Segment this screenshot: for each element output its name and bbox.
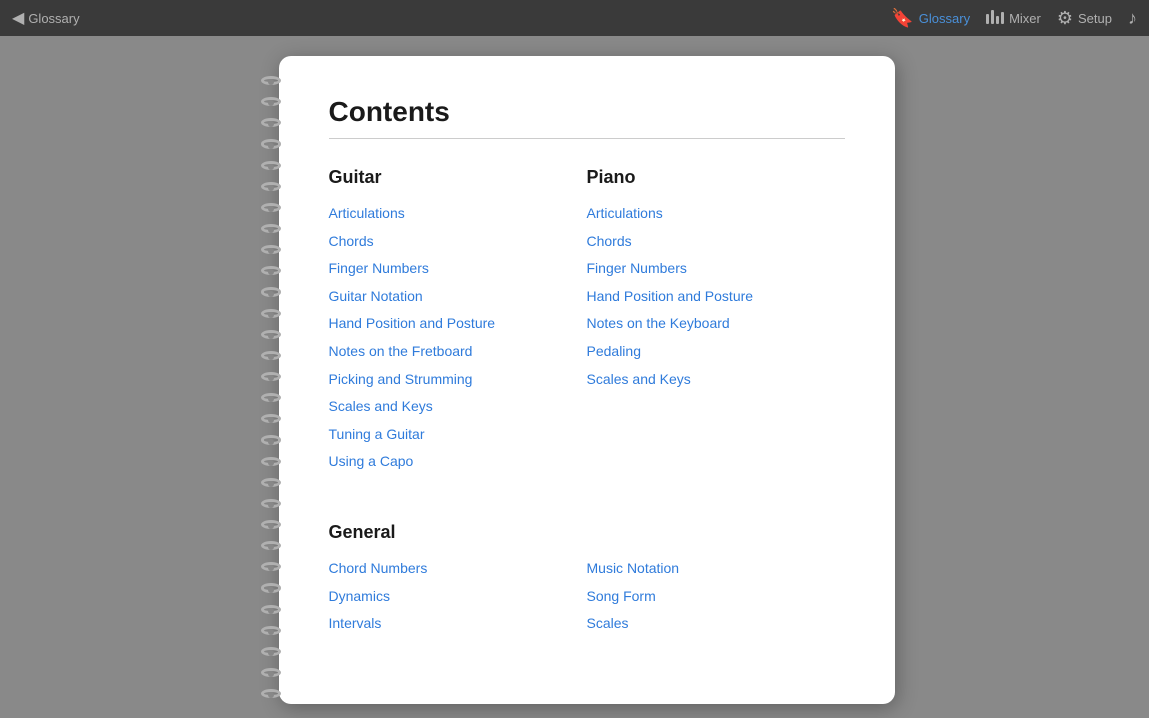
general-links-col2: Music Notation Song Form Scales	[587, 559, 825, 634]
piano-heading: Piano	[587, 167, 825, 188]
link-piano-scales-keys[interactable]: Scales and Keys	[587, 370, 825, 390]
notebook-page: Contents Guitar Articulations Chords Fin…	[279, 56, 895, 704]
general-col1: Chord Numbers Dynamics Intervals	[329, 559, 587, 664]
topbar: ◀ Glossary 🔖 Glossary Mixer ⚙ Setup	[0, 0, 1149, 36]
spiral-ring	[261, 372, 281, 381]
nav-glossary-label: Glossary	[919, 11, 970, 26]
spiral-ring	[261, 414, 281, 423]
spiral-ring	[261, 97, 281, 106]
page-title: Contents	[329, 96, 845, 128]
link-guitar-articulations[interactable]: Articulations	[329, 204, 567, 224]
link-intervals[interactable]: Intervals	[329, 614, 567, 634]
link-guitar-capo[interactable]: Using a Capo	[329, 452, 567, 472]
link-guitar-notation[interactable]: Guitar Notation	[329, 287, 567, 307]
guitar-heading: Guitar	[329, 167, 567, 188]
link-guitar-hand-position[interactable]: Hand Position and Posture	[329, 314, 567, 334]
music-note-icon: ♪	[1128, 8, 1137, 29]
link-guitar-tuning[interactable]: Tuning a Guitar	[329, 425, 567, 445]
topbar-right: 🔖 Glossary Mixer ⚙ Setup ♪	[891, 0, 1137, 36]
link-piano-notes-keyboard[interactable]: Notes on the Keyboard	[587, 314, 825, 334]
link-guitar-scales-keys[interactable]: Scales and Keys	[329, 397, 567, 417]
general-heading: General	[329, 522, 845, 543]
spiral-ring	[261, 562, 281, 571]
link-music-notation[interactable]: Music Notation	[587, 559, 825, 579]
spiral-ring	[261, 478, 281, 487]
general-grid: Chord Numbers Dynamics Intervals Music N…	[329, 559, 845, 664]
back-label: Glossary	[28, 11, 79, 26]
gear-icon: ⚙	[1057, 8, 1073, 29]
spiral-ring	[261, 224, 281, 233]
spiral-ring	[261, 203, 281, 212]
nav-music[interactable]: ♪	[1128, 8, 1137, 29]
spiral-ring	[261, 605, 281, 614]
spiral-ring	[261, 182, 281, 191]
back-button[interactable]: ◀ Glossary	[12, 8, 80, 28]
link-chord-numbers[interactable]: Chord Numbers	[329, 559, 567, 579]
nav-glossary[interactable]: 🔖 Glossary	[891, 8, 970, 29]
glossary-icon: 🔖	[891, 8, 913, 29]
spiral-ring	[261, 499, 281, 508]
general-section: General Chord Numbers Dynamics Intervals	[329, 522, 845, 664]
general-col2: Music Notation Song Form Scales	[587, 559, 845, 664]
link-guitar-chords[interactable]: Chords	[329, 232, 567, 252]
spiral-ring	[261, 309, 281, 318]
nav-mixer[interactable]: Mixer	[986, 10, 1041, 27]
main-area: Contents Guitar Articulations Chords Fin…	[0, 36, 1149, 718]
mixer-icon	[986, 10, 1004, 27]
spiral-ring	[261, 266, 281, 275]
topbar-left: ◀ Glossary	[12, 8, 80, 28]
nav-mixer-label: Mixer	[1009, 11, 1041, 26]
link-guitar-notes-fretboard[interactable]: Notes on the Fretboard	[329, 342, 567, 362]
spiral-ring	[261, 668, 281, 677]
piano-section: Piano Articulations Chords Finger Number…	[587, 167, 845, 502]
spiral-ring	[261, 161, 281, 170]
link-piano-chords[interactable]: Chords	[587, 232, 825, 252]
spiral-ring	[261, 139, 281, 148]
contents-grid: Guitar Articulations Chords Finger Numbe…	[329, 167, 845, 664]
spiral-ring	[261, 647, 281, 656]
spiral-ring	[261, 457, 281, 466]
guitar-section: Guitar Articulations Chords Finger Numbe…	[329, 167, 587, 502]
guitar-links: Articulations Chords Finger Numbers Guit…	[329, 204, 567, 472]
spiral-ring	[261, 118, 281, 127]
spiral-ring	[261, 689, 281, 698]
link-piano-pedaling[interactable]: Pedaling	[587, 342, 825, 362]
spiral-ring	[261, 520, 281, 529]
link-scales[interactable]: Scales	[587, 614, 825, 634]
piano-links: Articulations Chords Finger Numbers Hand…	[587, 204, 825, 389]
page-divider	[329, 138, 845, 139]
spiral-ring	[261, 541, 281, 550]
back-arrow-icon: ◀	[12, 8, 24, 28]
spiral-ring	[261, 287, 281, 296]
spiral-binding	[255, 56, 287, 698]
link-dynamics[interactable]: Dynamics	[329, 587, 567, 607]
spiral-ring	[261, 393, 281, 402]
spiral-ring	[261, 626, 281, 635]
nav-setup[interactable]: ⚙ Setup	[1057, 8, 1112, 29]
nav-setup-label: Setup	[1078, 11, 1112, 26]
link-guitar-picking[interactable]: Picking and Strumming	[329, 370, 567, 390]
spiral-ring	[261, 245, 281, 254]
link-piano-articulations[interactable]: Articulations	[587, 204, 825, 224]
general-links-col1: Chord Numbers Dynamics Intervals	[329, 559, 567, 634]
notebook-wrapper: Contents Guitar Articulations Chords Fin…	[255, 56, 895, 698]
link-song-form[interactable]: Song Form	[587, 587, 825, 607]
spiral-ring	[261, 583, 281, 592]
link-guitar-finger-numbers[interactable]: Finger Numbers	[329, 259, 567, 279]
link-piano-finger-numbers[interactable]: Finger Numbers	[587, 259, 825, 279]
spiral-ring	[261, 435, 281, 444]
link-piano-hand-position[interactable]: Hand Position and Posture	[587, 287, 825, 307]
spiral-ring	[261, 351, 281, 360]
spiral-ring	[261, 76, 281, 85]
spiral-ring	[261, 330, 281, 339]
